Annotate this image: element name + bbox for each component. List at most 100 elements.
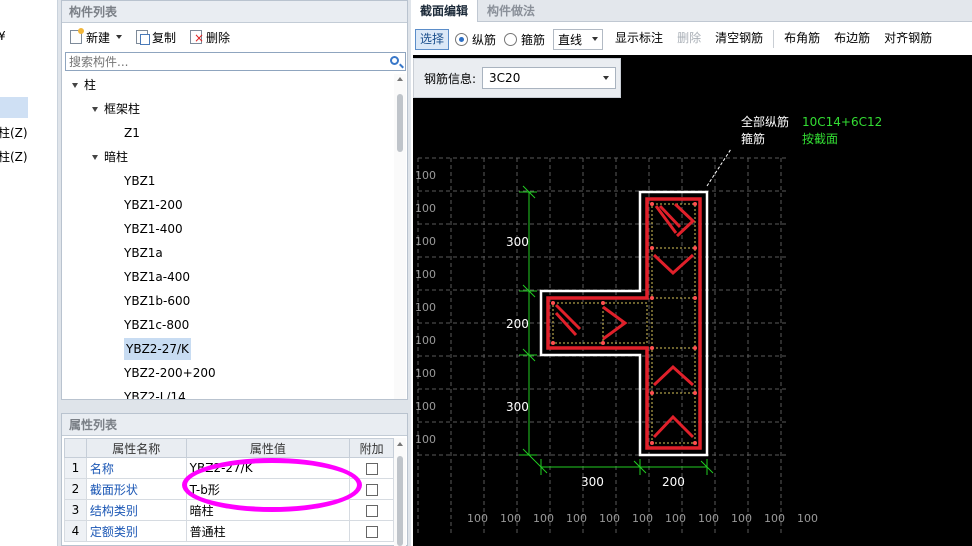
edge-rebar-button[interactable]: 布边筋	[830, 29, 874, 50]
attach-checkbox[interactable]	[365, 462, 378, 475]
left-tree-sliver: ¥ 柱(Z) 柱(Z)	[0, 0, 58, 546]
stirrup-radio[interactable]: 箍筋	[504, 31, 545, 48]
tree-item[interactable]: YBZ1-400	[124, 218, 183, 240]
search-input[interactable]	[66, 53, 376, 70]
attach-checkbox[interactable]	[365, 525, 378, 538]
column-header[interactable]: 附加	[349, 438, 394, 458]
align-rebar-button[interactable]: 对齐钢筋	[880, 29, 936, 50]
property-scrollbar[interactable]	[394, 438, 406, 546]
tab-section-edit[interactable]: 截面编辑	[411, 0, 479, 22]
line-mode-select[interactable]: 直线	[553, 28, 604, 50]
clear-rebar-button[interactable]: 清空钢筋	[711, 29, 767, 50]
property-name: 名称	[85, 457, 187, 479]
rebar-dot[interactable]	[650, 202, 654, 206]
tree-item[interactable]: Z1	[124, 122, 140, 144]
rebar-dot[interactable]	[650, 296, 654, 300]
corner-rebar-button[interactable]: 布角筋	[780, 29, 824, 50]
rebar-dot[interactable]	[693, 346, 697, 350]
tree-item-label: YBZ2-27/K	[126, 342, 189, 356]
section-drawing[interactable]: 100 100 100 100 100 100 100 100 100 100 100 100 100 1…	[413, 55, 972, 546]
grid-label: 100	[415, 400, 436, 413]
rebar-info-label: 钢筋信息:	[424, 71, 477, 86]
new-button-label: 新建	[86, 30, 111, 45]
property-row[interactable]: 4 定额类别 普通柱	[64, 520, 394, 542]
tree-item[interactable]: YBZ2-27/K	[124, 338, 191, 360]
expand-triangle-icon[interactable]	[72, 83, 78, 88]
tree-item[interactable]: YBZ2-200+200	[124, 362, 216, 384]
grid-label: 100	[467, 512, 488, 525]
longitudinal-radio[interactable]: 纵筋	[455, 31, 496, 48]
search-box	[65, 52, 406, 71]
column-header[interactable]: 属性名称	[85, 438, 187, 458]
expand-triangle-icon[interactable]	[92, 107, 98, 112]
grid-label: 100	[566, 512, 587, 525]
tree-item[interactable]: YBZ1b-600	[124, 290, 190, 312]
rebar-dot[interactable]	[693, 441, 697, 445]
tree-item[interactable]: YBZ1-200	[124, 194, 183, 216]
delete-rebar-button[interactable]: 删除	[673, 29, 705, 50]
delete-button-label: 删除	[206, 30, 231, 45]
attach-cell	[349, 520, 394, 542]
attach-checkbox[interactable]	[365, 504, 378, 517]
tree-item[interactable]: 暗柱	[92, 146, 128, 168]
tree-item[interactable]: YBZ2-L/14	[124, 386, 186, 399]
stirrup-hooks	[554, 202, 696, 439]
rebar-dot[interactable]	[551, 301, 555, 305]
tree-item[interactable]: YBZ1	[124, 170, 155, 192]
tree-item[interactable]: 柱	[72, 74, 96, 96]
rebar-dot[interactable]	[650, 346, 654, 350]
delete-button[interactable]: 删除	[186, 27, 234, 47]
chevron-down-icon[interactable]	[116, 35, 123, 39]
column-header[interactable]: 属性值	[185, 438, 351, 458]
attach-checkbox[interactable]	[365, 483, 378, 496]
rebar-dot[interactable]	[650, 441, 654, 445]
rebar-info-bar: 钢筋信息: 3C20	[413, 58, 621, 98]
section-editor-panel: 截面编辑 构件做法 选择 纵筋 箍筋 直线 显示标注 删除 清空钢筋 布角筋 布…	[411, 0, 972, 546]
tree-item-label: YBZ1a	[124, 246, 163, 260]
expand-triangle-icon[interactable]	[92, 155, 98, 160]
rebar-dot[interactable]	[650, 391, 654, 395]
splitter[interactable]	[61, 400, 408, 413]
dim-label: 300	[506, 400, 529, 414]
rebar-dot[interactable]	[601, 301, 605, 305]
left-tree-item[interactable]: 柱(Z)	[0, 148, 28, 165]
corner-header	[64, 438, 87, 458]
copy-button[interactable]: 复制	[132, 27, 180, 47]
show-annotation-button[interactable]: 显示标注	[611, 29, 667, 50]
rebar-dot[interactable]	[601, 341, 605, 345]
scroll-thumb[interactable]	[397, 456, 403, 546]
left-tree-item[interactable]: ¥	[0, 29, 6, 43]
copy-icon	[136, 30, 151, 45]
rebar-dot[interactable]	[693, 391, 697, 395]
scroll-thumb[interactable]	[397, 94, 403, 152]
grid-label: 100	[415, 202, 436, 215]
rebar-info-select[interactable]: 3C20	[482, 67, 617, 89]
rebar-dot[interactable]	[693, 296, 697, 300]
left-tree-item[interactable]: 柱(Z)	[0, 124, 28, 141]
tree-scrollbar[interactable]	[394, 74, 406, 399]
left-tree-selection	[0, 97, 28, 118]
rebar-dot[interactable]	[693, 246, 697, 250]
scroll-up-icon[interactable]	[397, 77, 403, 81]
row-number: 2	[64, 478, 87, 500]
select-button[interactable]: 选择	[415, 28, 450, 50]
tree-item[interactable]: YBZ1c-800	[124, 314, 189, 336]
tab-component-method[interactable]: 构件做法	[478, 0, 544, 22]
highlight-ellipse	[182, 458, 362, 512]
section-canvas[interactable]: 100 100 100 100 100 100 100 100 100 100 100 100 100 1…	[413, 55, 972, 546]
tree-item[interactable]: YBZ1a-400	[124, 266, 190, 288]
new-button[interactable]: 新建	[66, 27, 126, 47]
property-list-title: 属性列表	[62, 414, 407, 436]
search-icon[interactable]	[390, 56, 399, 65]
toolbar-divider	[773, 30, 775, 48]
tree-item-label: YBZ1a-400	[124, 270, 191, 284]
rebar-dot[interactable]	[551, 341, 555, 345]
tree-item[interactable]: 框架柱	[92, 98, 140, 120]
rebar-dot[interactable]	[693, 202, 697, 206]
longitudinal-label: 纵筋	[472, 32, 497, 47]
grid-label: 100	[415, 433, 436, 446]
rebar-dot[interactable]	[650, 246, 654, 250]
tree-item[interactable]: YBZ1a	[124, 242, 163, 264]
property-value[interactable]: 普通柱	[185, 520, 351, 542]
scroll-up-icon[interactable]	[397, 442, 403, 446]
